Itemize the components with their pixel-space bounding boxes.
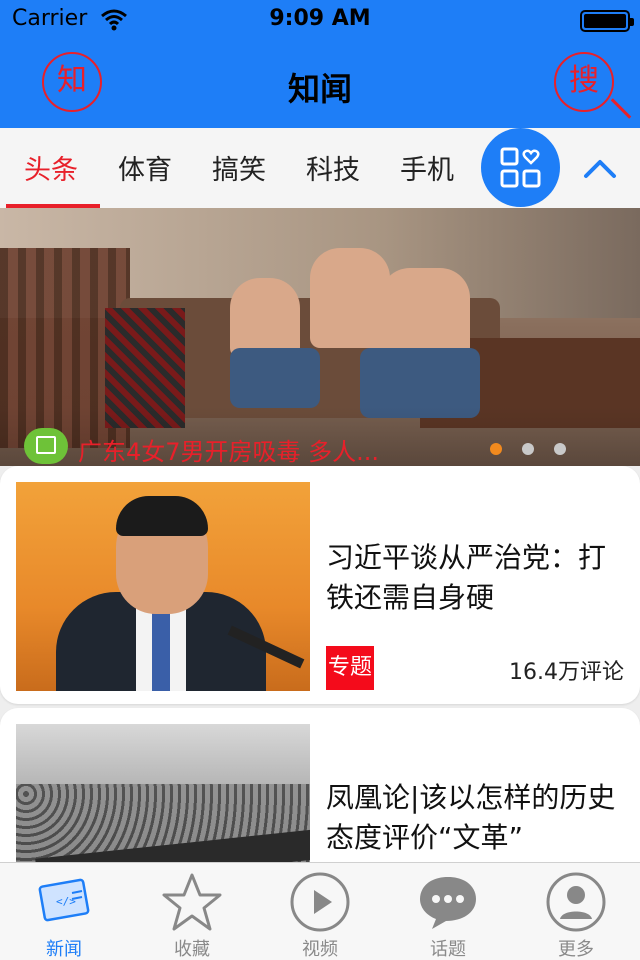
- grid-heart-icon: [500, 147, 541, 188]
- carousel-dot[interactable]: [490, 443, 502, 455]
- tab-label: 视频: [302, 939, 338, 960]
- search-button-label: 搜: [569, 63, 599, 98]
- topic-tag: 专题: [326, 646, 375, 690]
- bottom-tab-bar: </> 新闻 收藏 视频 话题 更多: [0, 862, 640, 960]
- tab-sports[interactable]: 体育: [118, 148, 172, 187]
- carousel-dot[interactable]: [522, 443, 534, 455]
- article-thumbnail: [16, 482, 310, 691]
- tab-topics[interactable]: 话题: [384, 863, 512, 960]
- status-bar: Carrier 9:09 AM: [0, 0, 640, 40]
- star-icon: [162, 873, 222, 931]
- play-icon: [290, 872, 350, 932]
- comment-count: 16.4万评论: [509, 660, 624, 685]
- featured-banner[interactable]: [0, 208, 640, 466]
- banner-photo-person: [230, 278, 300, 358]
- tab-label: 话题: [430, 939, 466, 960]
- article-title: 习近平谈从严治党：打铁还需自身硬: [326, 541, 607, 614]
- tab-more[interactable]: 更多: [512, 863, 640, 960]
- header: Carrier 9:09 AM 知 知闻 搜: [0, 0, 640, 128]
- tab-label: 新闻: [46, 939, 82, 960]
- tab-video[interactable]: 视频: [256, 863, 384, 960]
- tab-favorites[interactable]: 收藏: [128, 863, 256, 960]
- chevron-up-icon[interactable]: [582, 156, 618, 180]
- banner-caption[interactable]: 广东4女7男开房吸毒 多人...: [78, 432, 379, 467]
- carousel-dots: [490, 440, 586, 459]
- tab-headlines[interactable]: 头条: [24, 148, 78, 187]
- banner-photo-jeans: [230, 348, 320, 408]
- channel-manage-button[interactable]: [481, 128, 560, 207]
- banner-photo-person: [310, 248, 390, 348]
- tab-news[interactable]: </> 新闻: [0, 863, 128, 960]
- image-badge-icon: [24, 428, 68, 464]
- tab-label: 更多: [558, 939, 594, 960]
- search-button[interactable]: 搜: [554, 52, 632, 119]
- clock: 9:09 AM: [269, 6, 371, 31]
- chat-icon: [420, 877, 476, 929]
- carousel-dot[interactable]: [554, 443, 566, 455]
- battery-icon: [580, 10, 634, 32]
- tab-tech[interactable]: 科技: [306, 148, 360, 187]
- article-card[interactable]: 习近平谈从严治党：打铁还需自身硬 专题 16.4万评论: [0, 466, 640, 704]
- tab-funny[interactable]: 搞笑: [212, 148, 266, 187]
- article-title: 凤凰论|该以怎样的历史态度评价“文革”: [326, 781, 616, 854]
- page-title: 知闻: [287, 70, 352, 108]
- news-icon: </>: [38, 878, 90, 922]
- tab-label: 收藏: [174, 939, 210, 960]
- user-icon: [546, 872, 606, 932]
- svg-text:</>: </>: [56, 895, 76, 908]
- tab-phone[interactable]: 手机: [400, 148, 454, 187]
